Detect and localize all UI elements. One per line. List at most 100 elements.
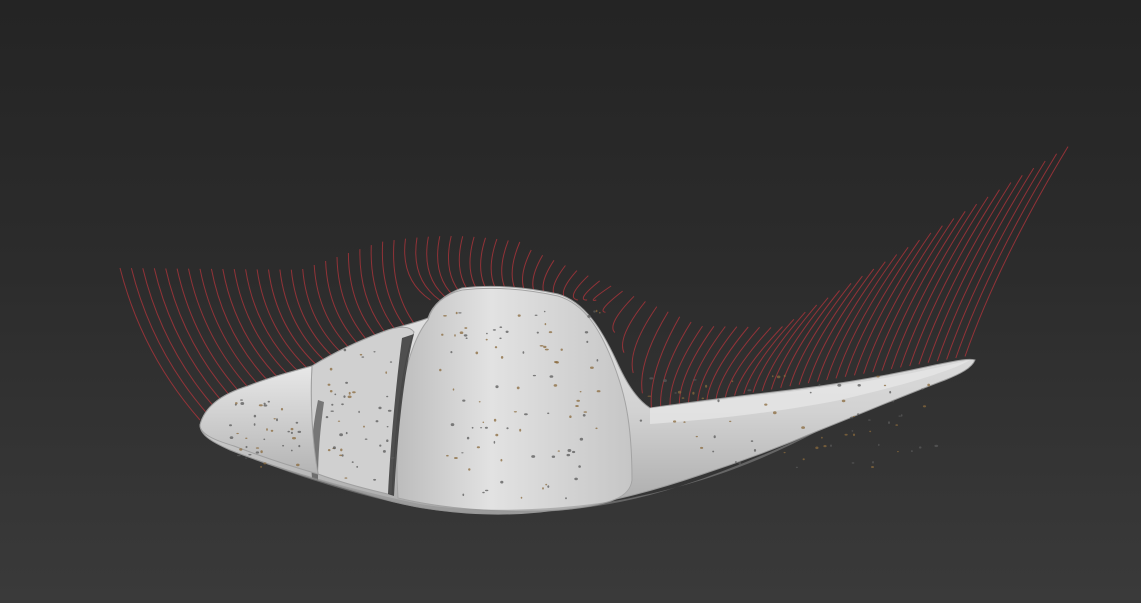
speckle — [560, 348, 563, 351]
speckle — [465, 337, 468, 340]
speckle — [802, 458, 805, 461]
speckle — [712, 450, 715, 453]
speckle — [837, 383, 842, 387]
speckle — [348, 391, 351, 395]
speckle — [565, 497, 567, 500]
speckle — [857, 413, 860, 415]
speckle — [892, 400, 894, 403]
guide-line — [650, 316, 681, 410]
guide-line — [688, 326, 726, 404]
speckle — [385, 371, 388, 374]
speckle — [359, 353, 363, 356]
speckle — [263, 462, 267, 465]
speckle — [531, 455, 536, 458]
speckle — [783, 451, 786, 454]
speckle — [695, 435, 698, 438]
speckle — [339, 454, 343, 457]
speckle — [713, 435, 716, 439]
speckle — [869, 430, 872, 433]
speckle — [773, 411, 777, 415]
speckle — [352, 391, 356, 394]
speckle — [566, 453, 571, 457]
speckle — [717, 399, 720, 403]
speckle — [290, 449, 293, 452]
speckle — [900, 414, 903, 417]
speckle — [495, 433, 499, 437]
speckle — [332, 446, 336, 450]
3d-viewport[interactable] — [0, 0, 1141, 603]
speckle — [341, 403, 344, 406]
speckle — [458, 312, 462, 314]
speckle — [387, 409, 392, 412]
speckle — [734, 461, 737, 463]
speckle — [373, 351, 376, 353]
speckle — [543, 310, 546, 313]
speckle — [852, 415, 856, 418]
speckle — [586, 340, 589, 343]
guide-line — [946, 160, 1046, 360]
speckle — [583, 411, 588, 413]
speckle — [578, 465, 581, 468]
guide-line — [393, 240, 422, 333]
speckle — [516, 386, 520, 390]
speckle — [486, 332, 488, 335]
speckle — [595, 309, 598, 313]
speckle — [674, 392, 677, 394]
speckle — [494, 346, 498, 349]
speckle — [361, 356, 365, 358]
speckle — [553, 384, 558, 387]
speckle — [329, 367, 333, 371]
speckle — [547, 412, 550, 415]
speckle — [331, 403, 334, 406]
guide-line — [562, 270, 578, 301]
guide-line — [325, 260, 367, 353]
speckle — [379, 444, 382, 447]
guide-line — [817, 261, 886, 382]
speckle — [298, 444, 301, 448]
speckle — [579, 391, 582, 393]
speckle — [461, 452, 464, 454]
sculpt-mesh[interactable] — [199, 285, 976, 515]
speckle — [543, 345, 547, 349]
speckle — [475, 351, 479, 355]
speckle — [850, 416, 854, 419]
speckle — [551, 455, 556, 458]
speckle — [459, 331, 464, 335]
speckle — [841, 399, 846, 403]
speckle — [471, 426, 474, 429]
speckle — [329, 390, 333, 393]
speckle — [569, 415, 572, 419]
speckle — [499, 337, 502, 340]
speckle — [927, 383, 931, 387]
speckle — [484, 426, 488, 429]
guide-line — [789, 282, 852, 387]
speckle — [596, 390, 601, 393]
speckle — [236, 454, 241, 457]
speckle — [809, 391, 812, 394]
speckle — [596, 359, 599, 362]
guide-line — [678, 326, 715, 406]
speckle — [852, 433, 856, 437]
speckle — [548, 331, 553, 334]
speckle — [830, 444, 832, 447]
guide-line — [752, 311, 806, 393]
guide-line — [582, 280, 601, 301]
speckle — [270, 429, 274, 432]
speckle — [851, 430, 854, 432]
speckle — [753, 449, 757, 452]
guide-line — [955, 153, 1058, 359]
speckle — [463, 334, 468, 337]
guide-line — [592, 285, 612, 301]
speckle — [851, 462, 855, 464]
speckle — [263, 438, 266, 441]
speckle — [373, 478, 377, 481]
speckle — [325, 416, 329, 419]
speckle — [524, 413, 528, 416]
speckle — [464, 327, 468, 329]
speckle — [499, 326, 503, 329]
speckle — [663, 379, 667, 383]
speckle — [590, 366, 594, 369]
speckle — [505, 330, 509, 333]
speckle — [750, 440, 754, 442]
guide-line — [853, 232, 932, 376]
